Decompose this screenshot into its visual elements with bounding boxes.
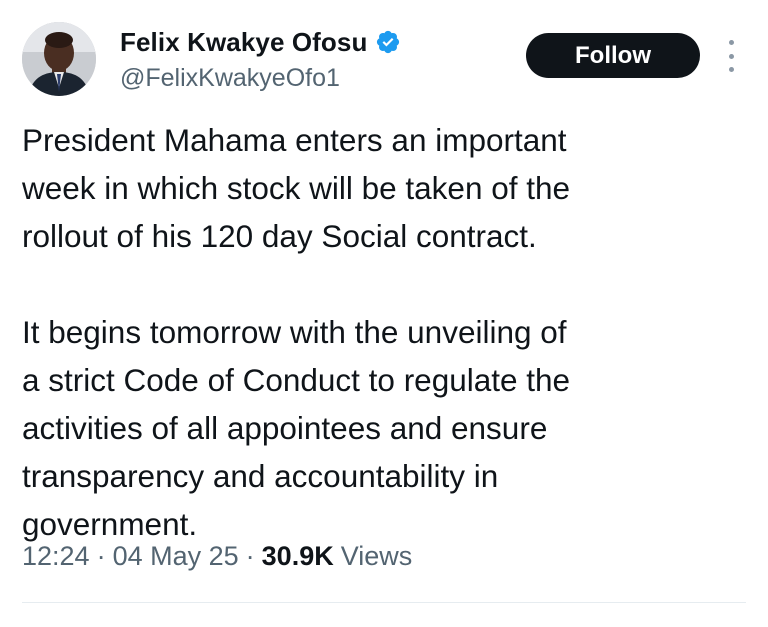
tweet-meta: 12:24 · 04 May 25 · 30.9K Views (22, 541, 412, 572)
more-dot (728, 40, 734, 45)
tweet-time[interactable]: 12:24 (22, 541, 90, 572)
verified-badge-icon (375, 29, 401, 55)
author-display-name[interactable]: Felix Kwakye Ofosu (120, 27, 367, 58)
author-handle[interactable]: @FelixKwakyeOfo1 (120, 64, 340, 93)
divider (22, 602, 746, 603)
meta-separator: · (96, 541, 106, 571)
views-count: 30.9K (261, 541, 334, 571)
tweet-paragraph: President Mahama enters an important wee… (22, 122, 571, 254)
more-dot (728, 67, 734, 72)
more-dot (728, 53, 734, 59)
avatar[interactable] (22, 22, 96, 96)
more-options-icon[interactable] (721, 40, 741, 72)
views-label: Views (340, 541, 413, 571)
tweet-date[interactable]: 04 May 25 (113, 541, 239, 572)
tweet-text: President Mahama enters an important wee… (22, 116, 722, 548)
author-name-row: Felix Kwakye Ofosu (120, 26, 401, 58)
tweet-paragraph: It begins tomorrow with the unveiling of… (22, 314, 571, 542)
follow-button[interactable]: Follow (526, 33, 700, 78)
avatar-image (22, 22, 96, 96)
tweet-card: Felix Kwakye Ofosu @FelixKwakyeOfo1 Foll… (0, 0, 768, 627)
meta-separator: · (245, 541, 255, 571)
